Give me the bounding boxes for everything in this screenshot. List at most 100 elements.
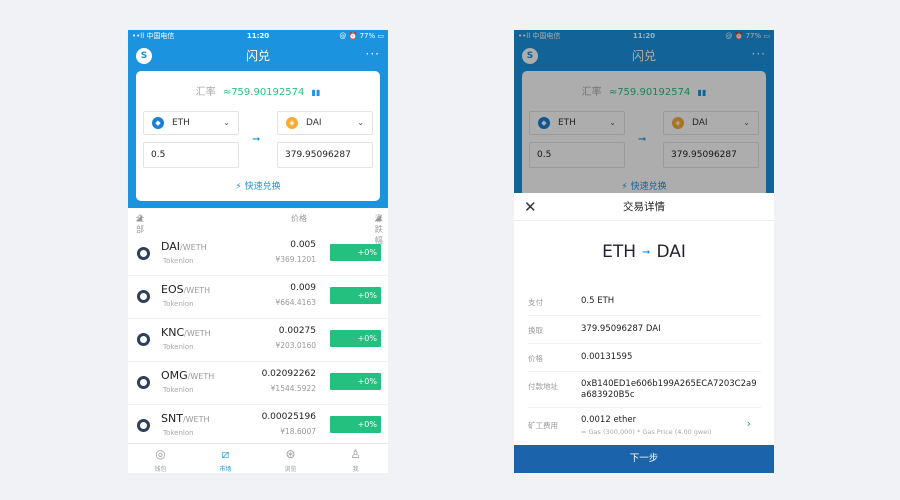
pair-price: 0.02092262 [261,369,316,379]
tokenlon-icon [137,247,150,260]
status-bar: ••ll 中国电信 11:20 @ ⏰ 77% ▭ [128,30,388,43]
pair-cny-price: ¥664.4163 [275,298,316,307]
pair-quote: /WETH [184,329,211,338]
next-step-button[interactable]: 下一步 [514,445,774,473]
detail-label: 换取 [528,326,543,335]
tab-label: 钱包 [154,466,167,473]
to-token-name: DAI [306,118,322,128]
chevron-down-icon: ⌄ [357,118,364,127]
pair-quote: /WETH [187,372,215,381]
market-row[interactable]: SNT/WETH Tokenlon 0.00025196 ¥18.6007 +0… [128,405,388,448]
page-title: 闪兑 [245,49,270,63]
to-token-select[interactable]: ◈ DAI ⌄ [277,111,373,135]
nav-bar: S 闪兑 ··· [128,43,388,69]
pair-source: Tokenlon [163,257,194,265]
tab-label: 我 [352,466,359,473]
market-row[interactable]: KNC/WETH Tokenlon 0.00275 ¥203.0160 +0% [128,319,388,362]
pair-base: OMG [161,369,188,382]
trade-pair: ETH ➞ DAI [514,242,774,262]
pair-to: DAI [656,242,686,262]
detail-value: 0.0012 ether [581,415,637,425]
detail-price: 价格 0.00131595 [528,344,761,372]
detail-fee[interactable]: 矿工费用 0.0012 ether = Gas (300,000) * Gas … [528,408,761,445]
pair-base: EOS [161,283,184,296]
payment-address: 0xB140ED1e606b199A265ECA7203C2a9a683920B… [581,379,757,400]
change-badge: +0% [330,373,381,390]
from-token-select[interactable]: ◆ ETH ⌄ [143,111,239,135]
change-badge: +0% [330,244,381,261]
pair-source: Tokenlon [163,343,194,351]
pair-source: Tokenlon [163,300,194,308]
swap-card: 汇率 ≈759.90192574 ▮▮ ◆ ETH ⌄ ◈ DAI ⌄ ➞ 0.… [136,71,380,201]
rate-label: 汇率 [195,87,216,98]
market-row[interactable]: DAI/WETH Tokenlon 0.005 ¥369.1201 +0% [128,233,388,276]
wallet-icon: ◎ [155,447,166,461]
pair-price: 0.009 [290,283,316,293]
filter-all[interactable]: 全部 ◢ [136,213,144,234]
pair-base: SNT [161,412,183,425]
tab-wallet[interactable]: ◎ 钱包 [128,444,193,473]
chevron-down-icon: ⌄ [223,118,230,127]
tab-label: 浏览 [284,466,297,473]
pair-price: 0.005 [290,240,316,250]
lightning-icon: ⚡ [235,182,242,192]
eth-icon: ◆ [152,117,164,129]
change-sort[interactable]: 涨跌幅 ◢ [375,213,383,245]
detail-label: 支付 [528,298,543,307]
detail-value: 0.00131595 [581,352,633,362]
market-row[interactable]: EOS/WETH Tokenlon 0.009 ¥664.4163 +0% [128,276,388,319]
arrow-right-icon: ➞ [252,134,261,145]
price-header: 价格 [291,214,307,223]
chevron-right-icon: › [746,417,751,430]
rate-chart-icon[interactable]: ▮▮ [312,88,321,97]
rate-value: ≈759.90192574 [222,87,305,98]
pair-from: ETH [602,242,637,262]
tokenlon-icon [137,376,150,389]
detail-label: 矿工费用 [528,421,558,430]
quick-swap-button[interactable]: ⚡ 快速兑换 [136,179,380,192]
quick-swap-label: 快速兑换 [244,182,281,192]
pair-source: Tokenlon [163,429,194,437]
modal-backdrop[interactable] [514,30,774,193]
transaction-detail-sheet: ✕ 交易详情 ETH ➞ DAI 支付 0.5 ETH 换取 379.9509628… [514,193,774,473]
from-amount-input[interactable]: 0.5 [143,142,239,168]
pair-price: 0.00275 [278,326,316,336]
change-badge: +0% [330,287,381,304]
transaction-detail-screen: ••ll 中国电信 11:20 @ ⏰ 77% ▭ S 闪兑 ··· 汇率 ≈7… [514,30,774,473]
change-badge: +0% [330,416,381,433]
pair-cny-price: ¥203.0160 [275,341,316,350]
exchange-rate: 汇率 ≈759.90192574 ▮▮ [136,83,380,98]
market-list-header: 全部 ◢ 价格 涨跌幅 ◢ [128,213,388,245]
change-badge: +0% [330,330,381,347]
to-amount-input[interactable]: 379.95096287 [277,142,373,168]
detail-value: 379.95096287 DAI [581,324,661,334]
tab-browse[interactable]: ⊛ 浏览 [258,444,323,473]
market-row[interactable]: OMG/WETH Tokenlon 0.02092262 ¥1544.5922 … [128,362,388,405]
profile-icon: ♙ [350,447,361,461]
tab-market[interactable]: ⧄ 市场 [193,444,258,473]
browse-icon: ⊛ [285,447,296,461]
detail-label: 付款地址 [528,382,558,391]
sheet-header: ✕ 交易详情 [514,193,774,221]
market-chart-icon: ⧄ [221,447,230,461]
detail-pay: 支付 0.5 ETH [528,288,761,316]
sheet-title: 交易详情 [623,201,665,213]
pair-price: 0.00025196 [261,412,316,422]
dai-icon: ◈ [286,117,298,129]
pair-cny-price: ¥18.6007 [280,427,316,436]
tokenlon-icon [137,333,150,346]
market-list: DAI/WETH Tokenlon 0.005 ¥369.1201 +0% EO… [128,233,388,448]
gas-formula: = Gas (300,000) * Gas Price (4.00 gwei) [581,428,712,436]
more-menu-icon[interactable]: ··· [366,43,380,65]
from-token-name: ETH [172,118,190,128]
pair-quote: /WETH [182,415,210,424]
pair-base: DAI [161,240,181,253]
detail-value: 0.5 ETH [581,296,615,306]
pair-base: KNC [161,326,185,339]
pair-cny-price: ¥369.1201 [275,255,316,264]
tab-bar: ◎ 钱包 ⧄ 市场 ⊛ 浏览 ♙ 我 [128,443,388,473]
tab-profile[interactable]: ♙ 我 [323,444,388,473]
detail-address: 付款地址 0xB140ED1e606b199A265ECA7203C2a9a68… [528,372,761,408]
pair-quote: /WETH [180,243,207,252]
arrow-right-icon: ➞ [642,247,651,258]
